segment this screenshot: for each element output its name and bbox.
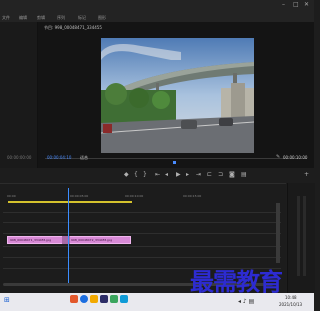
menu-bar: – □ ✕ 文件 编辑 剪辑 序列 标记 图形	[0, 0, 314, 23]
mark-out-icon[interactable]: }	[143, 171, 147, 179]
fit-dropdown[interactable]: 适合	[80, 155, 88, 161]
timeline-scrollbar[interactable]	[276, 203, 280, 263]
ruler-tick: 00:00:10:00	[125, 194, 144, 198]
chat-icon[interactable]	[110, 295, 118, 303]
meter-bar-left	[297, 196, 300, 276]
clock-time: 10:48	[285, 295, 297, 300]
clip-label: 998_00048472_334455.jpg	[71, 238, 113, 242]
menu-edit[interactable]: 编辑	[19, 15, 27, 20]
start-icon[interactable]: ⊞	[4, 296, 10, 304]
video-clip[interactable]: 998_00048471_334455.jpg	[7, 236, 68, 244]
maximize-icon[interactable]: □	[293, 1, 299, 8]
menu-clip[interactable]: 剪辑	[37, 15, 45, 20]
extract-icon[interactable]: ⊐	[218, 171, 223, 179]
premiere-icon[interactable]	[100, 295, 108, 303]
track-divider	[3, 233, 281, 234]
playhead-marker[interactable]	[173, 161, 176, 164]
audio-meter	[287, 183, 315, 293]
program-monitor-tab[interactable]: 节目: 998_00048471_334455	[44, 25, 102, 31]
app-icon[interactable]	[70, 295, 78, 303]
menu-sequence[interactable]: 序列	[57, 15, 65, 20]
minimize-icon[interactable]: –	[282, 1, 285, 8]
add-button-icon[interactable]: +	[304, 171, 309, 179]
work-area-bar[interactable]	[8, 201, 132, 203]
video-frame-image	[101, 38, 254, 153]
meter-bar-right	[303, 196, 306, 276]
ruler-tick: 00:00	[7, 194, 16, 198]
play-icon[interactable]: ▶	[176, 171, 181, 179]
close-icon[interactable]: ✕	[304, 1, 309, 8]
step-back-icon[interactable]: ◂	[165, 171, 168, 179]
source-timecode: 00:00:00:00	[7, 155, 32, 160]
track-divider	[3, 246, 281, 247]
go-to-in-icon[interactable]: ⇤	[155, 171, 160, 179]
app-icon[interactable]	[120, 295, 128, 303]
marker-icon[interactable]: ◆	[124, 171, 129, 179]
tray-icons[interactable]: ◂ ♪ ▤	[238, 298, 254, 305]
clip-label: 998_00048471_334455.jpg	[10, 238, 52, 242]
export-frame-icon[interactable]: ◙	[229, 171, 235, 179]
program-timecode[interactable]: 00:00:04:10	[47, 155, 71, 160]
track-divider	[3, 257, 281, 258]
menu-marker[interactable]: 标记	[78, 15, 86, 20]
video-frame	[101, 38, 254, 153]
menu-file[interactable]: 文件	[2, 15, 10, 20]
source-panel	[0, 22, 38, 168]
menu-graphics[interactable]: 图形	[98, 15, 106, 20]
mark-in-icon[interactable]: {	[134, 171, 138, 179]
browser-icon[interactable]	[80, 295, 88, 303]
video-clip[interactable]: 998_00048472_334455.jpg	[68, 236, 131, 244]
folder-icon[interactable]	[90, 295, 98, 303]
go-to-out-icon[interactable]: ⇥	[196, 171, 201, 179]
step-forward-icon[interactable]: ▸	[186, 171, 189, 179]
program-duration: 00:00:10:00	[283, 155, 308, 160]
track-divider	[3, 212, 281, 213]
watermark: 最需教育	[190, 268, 283, 296]
ruler-tick: 00:00:05:00	[70, 194, 89, 198]
track-divider	[3, 222, 281, 223]
ruler-tick: 00:00:15:00	[183, 194, 202, 198]
lift-icon[interactable]: ⊏	[207, 171, 212, 179]
comparison-icon[interactable]: ▤	[241, 171, 247, 179]
wrench-icon[interactable]: ✎	[276, 154, 280, 160]
timeline-playhead[interactable]	[68, 188, 69, 283]
clock-date: 2021/10/13	[279, 302, 303, 307]
